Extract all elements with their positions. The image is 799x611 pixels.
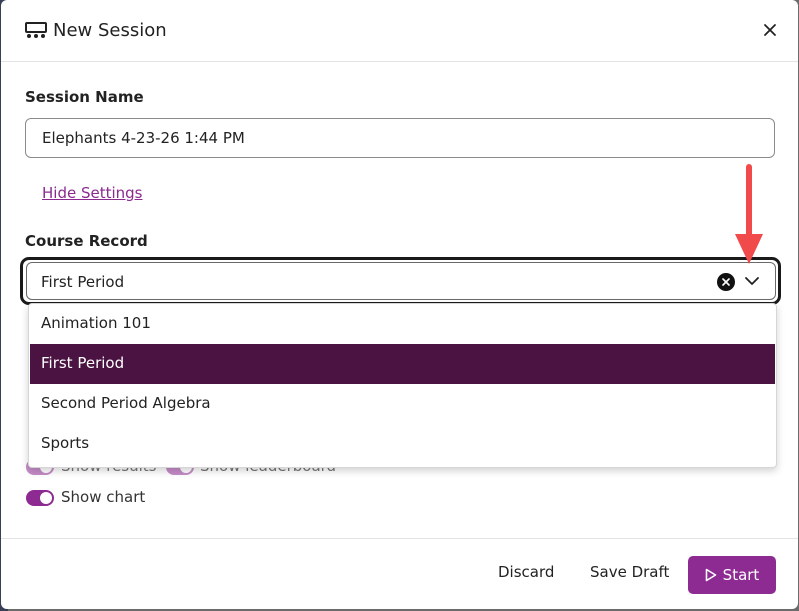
- dropdown-toggle-button[interactable]: [742, 271, 762, 291]
- dialog-title: New Session: [53, 20, 167, 41]
- course-record-options-menu: Animation 101 First Period Second Period…: [28, 303, 777, 468]
- clear-selection-button[interactable]: [717, 273, 735, 291]
- close-icon: [764, 24, 776, 36]
- new-session-dialog: New Session Session Name Hide Settings C…: [1, 0, 798, 609]
- dialog-header: New Session: [1, 0, 798, 62]
- discard-button[interactable]: Discard: [498, 563, 554, 581]
- course-record-value: First Period: [41, 273, 125, 291]
- presentation-audience-icon: [25, 22, 47, 38]
- close-button[interactable]: [759, 19, 781, 41]
- play-icon: [705, 568, 716, 582]
- show-chart-toggle[interactable]: [26, 490, 54, 506]
- show-chart-label: Show chart: [61, 488, 146, 506]
- option-animation-101[interactable]: Animation 101: [30, 304, 775, 344]
- hide-settings-link[interactable]: Hide Settings: [42, 184, 143, 202]
- start-button[interactable]: Start: [688, 556, 776, 594]
- annotation-arrow-icon: [735, 164, 763, 264]
- start-label: Start: [722, 566, 760, 584]
- option-sports[interactable]: Sports: [30, 424, 775, 464]
- session-name-input[interactable]: [25, 118, 775, 158]
- chevron-down-icon: [745, 276, 759, 285]
- session-name-label: Session Name: [25, 88, 144, 106]
- course-record-select[interactable]: First Period: [26, 262, 776, 300]
- course-record-label: Course Record: [25, 232, 148, 250]
- save-draft-button[interactable]: Save Draft: [590, 563, 669, 581]
- option-second-period-algebra[interactable]: Second Period Algebra: [30, 384, 775, 424]
- option-first-period[interactable]: First Period: [30, 344, 775, 384]
- footer-divider: [1, 538, 798, 539]
- clear-x-icon: [722, 278, 730, 286]
